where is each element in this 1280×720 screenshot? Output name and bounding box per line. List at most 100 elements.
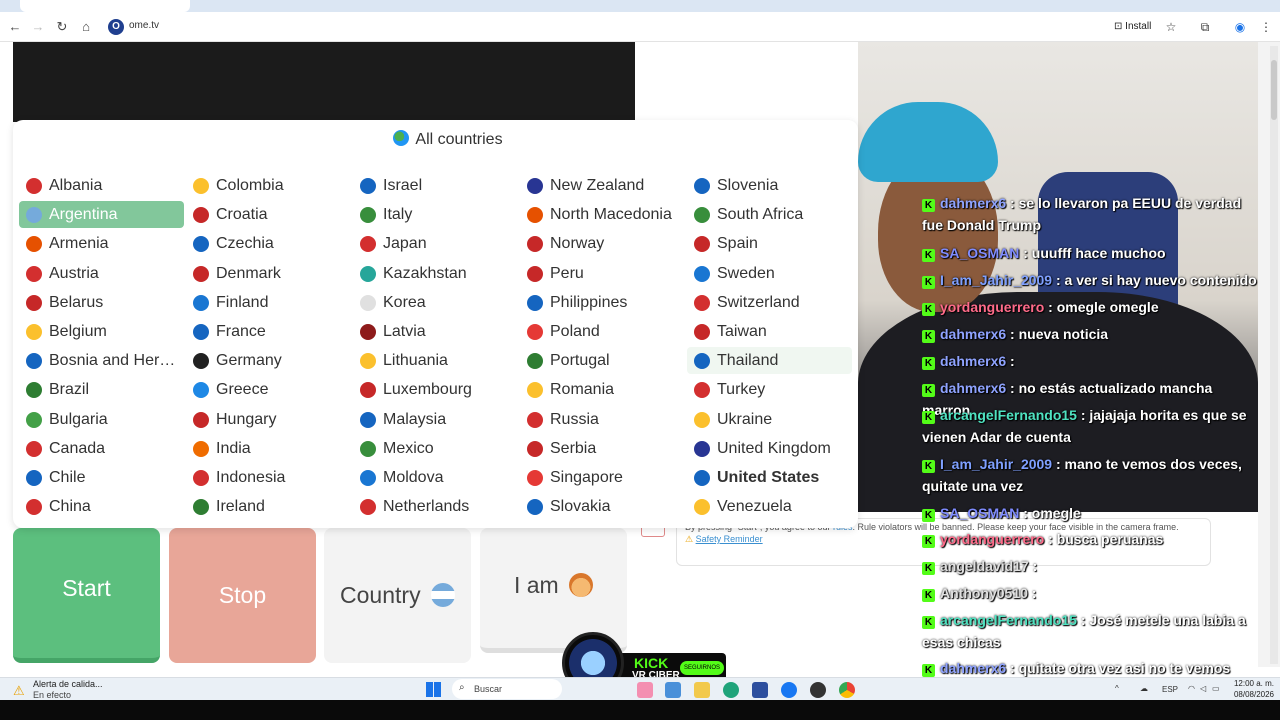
country-option[interactable]: Philippines: [520, 289, 685, 316]
address-bar[interactable]: O ome.tv: [104, 17, 1104, 37]
chat-username[interactable]: yordanguerrero: [940, 531, 1044, 547]
page-scrollbar[interactable]: [1270, 46, 1278, 664]
active-tab[interactable]: [20, 0, 190, 12]
country-option[interactable]: Brazil: [19, 376, 184, 403]
country-option[interactable]: Bulgaria: [19, 406, 184, 433]
country-option[interactable]: Taiwan: [687, 318, 852, 345]
stop-button[interactable]: Stop: [169, 528, 316, 663]
country-option[interactable]: Austria: [19, 260, 184, 287]
country-option[interactable]: Poland: [520, 318, 685, 345]
chrome-icon[interactable]: [839, 682, 855, 698]
country-option[interactable]: Ukraine: [687, 406, 852, 433]
country-option[interactable]: China: [19, 493, 184, 520]
chat-username[interactable]: SA_OSMAN: [940, 505, 1019, 521]
country-option[interactable]: Malaysia: [353, 406, 518, 433]
country-option[interactable]: Lithuania: [353, 347, 518, 374]
country-option[interactable]: United States: [687, 464, 852, 491]
country-option[interactable]: Portugal: [520, 347, 685, 374]
country-option[interactable]: Latvia: [353, 318, 518, 345]
home-icon[interactable]: ⌂: [77, 18, 95, 36]
alert-title[interactable]: Alerta de calida...: [33, 679, 103, 689]
chat-username[interactable]: yordanguerrero: [940, 299, 1044, 315]
scrollbar-thumb[interactable]: [1271, 60, 1277, 120]
country-option[interactable]: Korea: [353, 289, 518, 316]
country-option[interactable]: Israel: [353, 172, 518, 199]
country-option[interactable]: Armenia: [19, 230, 184, 257]
chat-username[interactable]: arcangelFernando15: [940, 612, 1077, 628]
volume-icon[interactable]: ◁: [1200, 684, 1206, 693]
app-icon-1[interactable]: [637, 682, 653, 698]
install-button[interactable]: ⊡ Install: [1110, 18, 1155, 36]
back-icon[interactable]: ←: [6, 18, 24, 36]
country-option[interactable]: Italy: [353, 201, 518, 228]
safety-reminder-link[interactable]: Safety Reminder: [696, 534, 763, 544]
country-option[interactable]: Peru: [520, 260, 685, 287]
app-icon-2[interactable]: [665, 682, 681, 698]
country-option[interactable]: Ireland: [186, 493, 351, 520]
bookmark-star-icon[interactable]: ☆: [1162, 18, 1180, 36]
country-option[interactable]: Turkey: [687, 376, 852, 403]
country-option[interactable]: France: [186, 318, 351, 345]
clock-time[interactable]: 12:00 a. m.: [1229, 679, 1274, 688]
country-option[interactable]: Slovenia: [687, 172, 852, 199]
country-option[interactable]: Argentina: [19, 201, 184, 229]
country-option[interactable]: Sweden: [687, 260, 852, 287]
taskbar-search[interactable]: Buscar: [452, 679, 562, 699]
country-option[interactable]: Norway: [520, 230, 685, 257]
country-option[interactable]: New Zealand: [520, 172, 685, 199]
chat-username[interactable]: I_am_Jahir_2009: [940, 456, 1052, 472]
country-option[interactable]: Chile: [19, 464, 184, 491]
chat-username[interactable]: dahmerx6: [940, 660, 1006, 676]
edge-icon[interactable]: [723, 682, 739, 698]
app-icon-3[interactable]: [810, 682, 826, 698]
country-option[interactable]: Indonesia: [186, 464, 351, 491]
country-option[interactable]: Canada: [19, 435, 184, 462]
country-option[interactable]: Kazakhstan: [353, 260, 518, 287]
chat-username[interactable]: angeldavid17: [940, 558, 1029, 574]
forward-icon[interactable]: →: [29, 18, 47, 36]
country-option[interactable]: North Macedonia: [520, 201, 685, 228]
clock-date[interactable]: 08/08/2026: [1226, 690, 1274, 699]
wifi-icon[interactable]: ◠: [1188, 684, 1195, 693]
start-button[interactable]: Start: [13, 528, 160, 663]
all-countries-option[interactable]: All countries: [13, 130, 883, 149]
chat-username[interactable]: dahmerx6: [940, 380, 1006, 396]
country-option[interactable]: United Kingdom: [687, 435, 852, 462]
country-option[interactable]: Denmark: [186, 260, 351, 287]
language-indicator[interactable]: ESP: [1162, 685, 1178, 694]
country-option[interactable]: Thailand: [687, 347, 852, 375]
country-option[interactable]: Singapore: [520, 464, 685, 491]
country-option[interactable]: Romania: [520, 376, 685, 403]
country-option[interactable]: India: [186, 435, 351, 462]
country-option[interactable]: Japan: [353, 230, 518, 257]
country-option[interactable]: Venezuela: [687, 493, 852, 520]
chat-username[interactable]: dahmerx6: [940, 326, 1006, 342]
country-option[interactable]: Albania: [19, 172, 184, 199]
country-option[interactable]: Colombia: [186, 172, 351, 199]
chat-username[interactable]: arcangelFernando15: [940, 407, 1077, 423]
facebook-icon[interactable]: [781, 682, 797, 698]
country-option[interactable]: Moldova: [353, 464, 518, 491]
country-option[interactable]: South Africa: [687, 201, 852, 228]
onedrive-icon[interactable]: ☁: [1140, 684, 1148, 693]
chat-username[interactable]: SA_OSMAN: [940, 245, 1019, 261]
windows-start-icon[interactable]: [426, 682, 441, 697]
chat-username[interactable]: dahmerx6: [940, 195, 1006, 211]
weather-alert-icon[interactable]: ⚠: [13, 683, 27, 698]
country-option[interactable]: Serbia: [520, 435, 685, 462]
country-option[interactable]: Bosnia and Her…: [19, 347, 184, 374]
store-icon[interactable]: [752, 682, 768, 698]
profile-icon[interactable]: ◉: [1231, 18, 1249, 36]
country-option[interactable]: Mexico: [353, 435, 518, 462]
country-option[interactable]: Germany: [186, 347, 351, 374]
chat-username[interactable]: dahmerx6: [940, 353, 1006, 369]
reload-icon[interactable]: ↻: [53, 18, 71, 36]
extensions-icon[interactable]: ⧉: [1196, 18, 1214, 36]
chat-username[interactable]: Anthony0510: [940, 585, 1028, 601]
country-option[interactable]: Hungary: [186, 406, 351, 433]
chat-username[interactable]: I_am_Jahir_2009: [940, 272, 1052, 288]
country-option[interactable]: Croatia: [186, 201, 351, 228]
country-button[interactable]: Country: [324, 528, 471, 663]
country-option[interactable]: Spain: [687, 230, 852, 257]
tray-chevron-icon[interactable]: ^: [1115, 684, 1119, 693]
